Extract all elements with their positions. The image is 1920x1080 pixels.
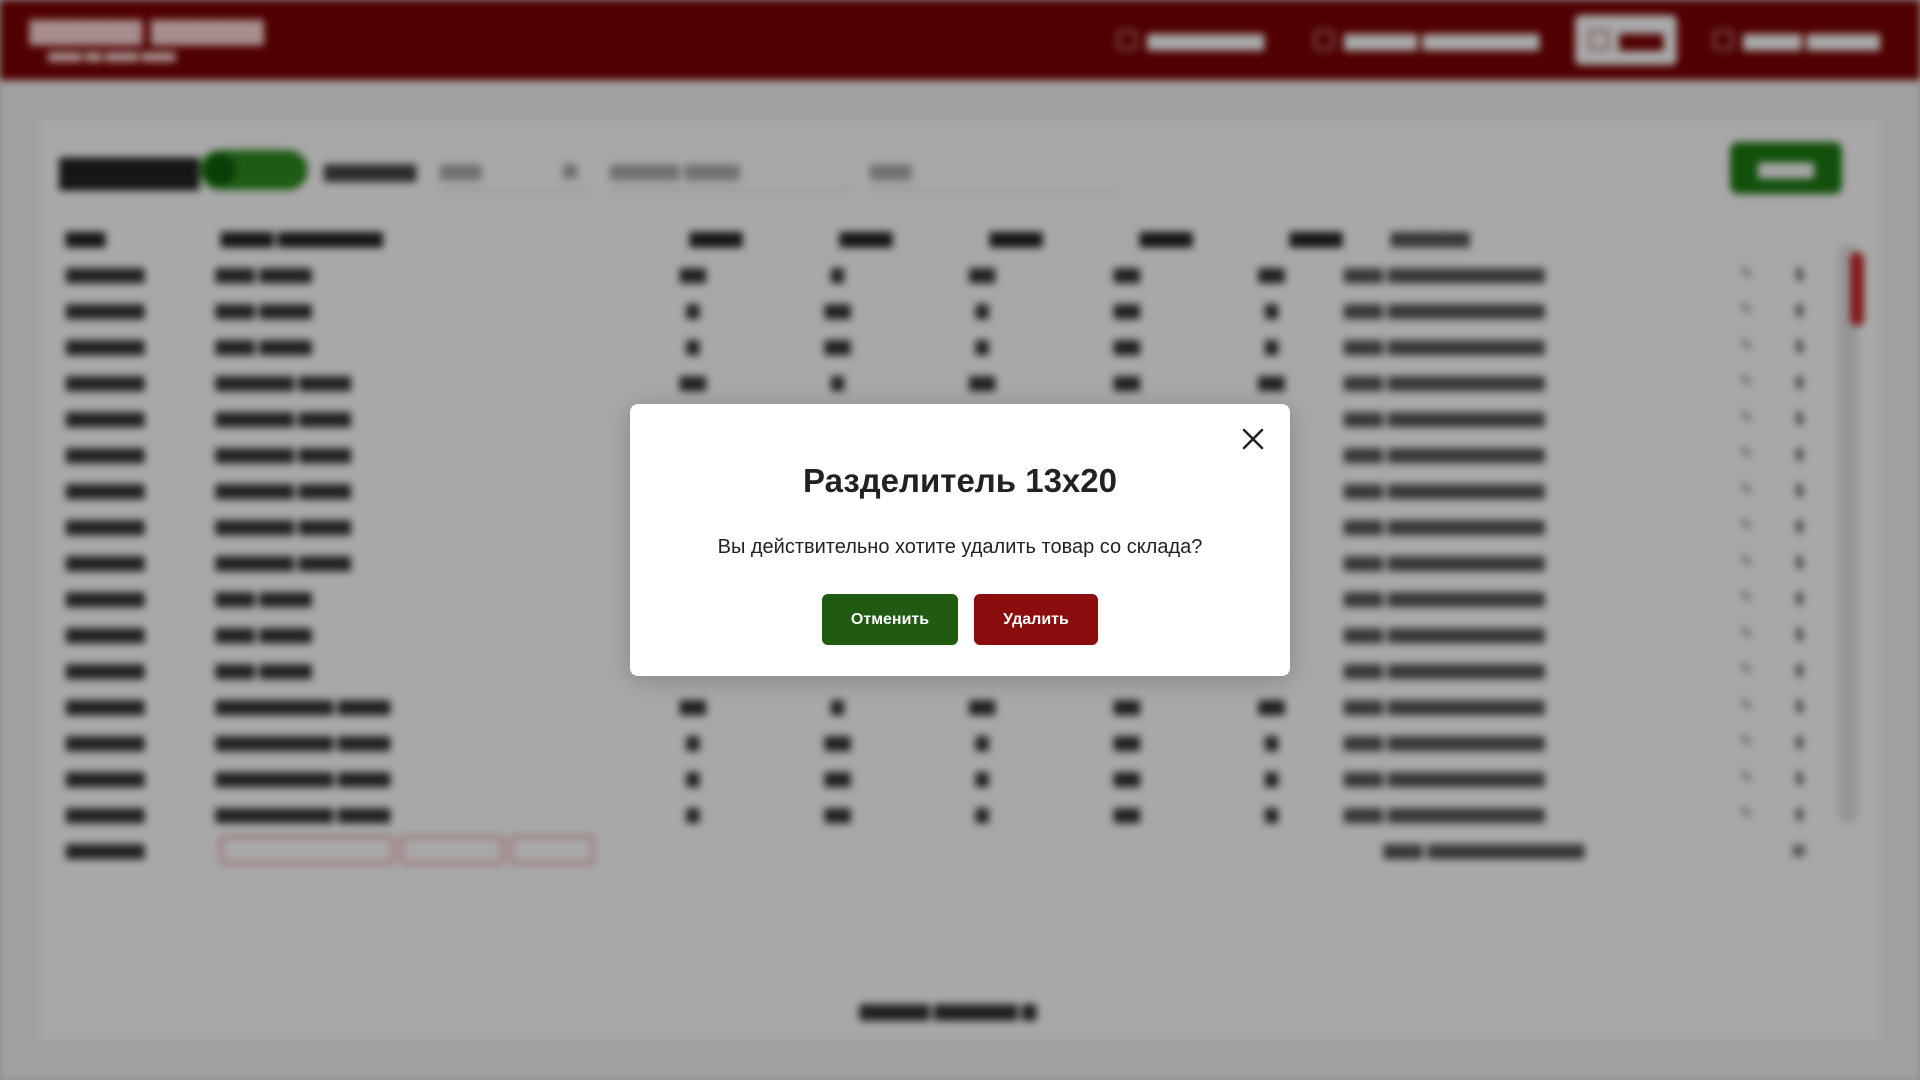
delete-confirm-modal: Разделитель 13х20 Вы действительно хотит… bbox=[630, 404, 1290, 676]
close-icon[interactable] bbox=[1236, 422, 1270, 456]
modal-title: Разделитель 13х20 bbox=[803, 462, 1117, 499]
modal-actions: Отменить Удалить bbox=[630, 594, 1290, 645]
delete-button[interactable]: Удалить bbox=[974, 594, 1098, 645]
modal-message: Вы действительно хотите удалить товар со… bbox=[717, 536, 1203, 558]
cancel-button[interactable]: Отменить bbox=[822, 594, 958, 645]
